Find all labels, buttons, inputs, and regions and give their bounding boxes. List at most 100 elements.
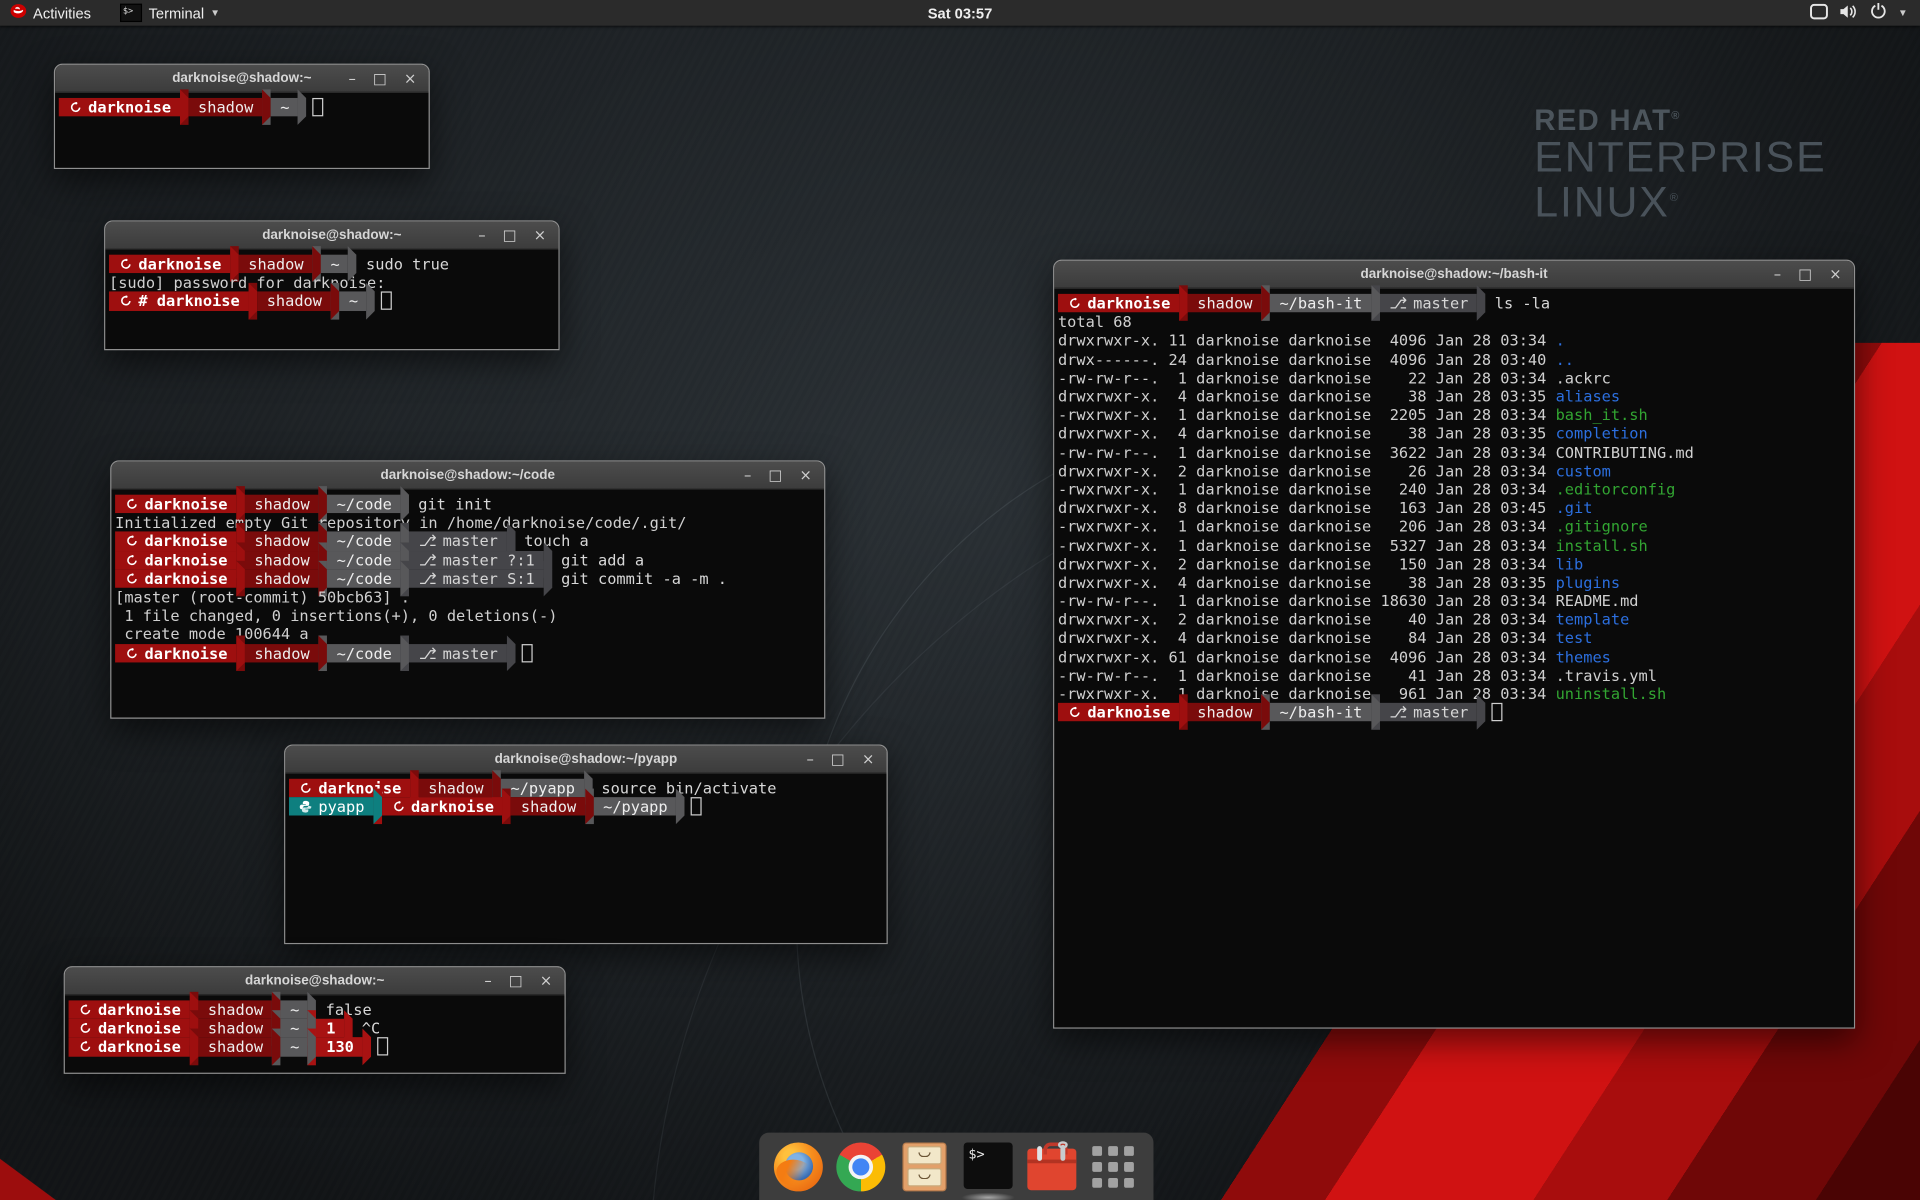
terminal-content[interactable]: darknoiseshadow~/bash-it⎇master ls -lato… [1054,289,1854,1027]
prompt-segment-git: ⎇master [409,532,506,551]
file-name-directory: custom [1556,461,1611,479]
maximize-button[interactable]: □ [1798,261,1812,288]
prompt-line: darknoiseshadow~/code git init [115,495,824,514]
prompt-segment-host: shadow [245,532,319,551]
display-icon[interactable] [1810,3,1828,23]
volume-icon[interactable] [1839,3,1859,23]
dock-toolbox-icon[interactable] [1027,1142,1076,1191]
terminal-window: darknoise@shadow:~/code – □ × darknoises… [110,460,825,718]
output-text: drwxrwxr-x. 4 darknoise darknoise 38 Jan… [1058,387,1556,405]
powerline-arrow [1179,694,1188,730]
close-button[interactable]: × [862,746,874,773]
powerline-arrow [373,789,382,825]
prompt-segment-user: darknoise [382,797,503,816]
powerline-arrow [1179,285,1188,321]
window-titlebar[interactable]: darknoise@shadow:~ – □ × [105,222,558,250]
minimize-button[interactable]: – [348,65,355,92]
prompt-line: darknoiseshadow~/code⎇master S:1 git com… [115,569,824,588]
window-title: darknoise@shadow:~/bash-it [1054,267,1854,282]
prompt-line: darknoiseshadow~/bash-it⎇master [1058,703,1854,722]
maximize-button[interactable]: □ [509,967,523,994]
maximize-button[interactable]: □ [503,222,517,249]
git-branch-icon: ⎇ [1389,703,1407,721]
app-menu-label: Terminal [149,4,205,21]
minimize-button[interactable]: – [484,967,491,994]
prompt-segment-path: ~ [280,1000,308,1019]
chevron-down-icon[interactable]: ▼ [1898,7,1908,18]
distro-swirl-icon [119,294,132,307]
maximize-button[interactable]: □ [373,65,387,92]
minimize-button[interactable]: – [806,746,813,773]
activities-button[interactable]: Activities [0,0,101,26]
maximize-button[interactable]: □ [768,462,782,489]
app-menu-terminal[interactable]: $> Terminal ▼ [111,0,230,26]
powerline-arrow [1261,285,1270,321]
dock-firefox-icon[interactable] [774,1142,823,1191]
powerline-arrow [318,635,327,671]
distro-swirl-icon [299,781,312,794]
prompt-segment-host: shadow [245,569,319,588]
prompt-segment-git: ⎇master [409,643,506,662]
window-titlebar[interactable]: darknoise@shadow:~ – □ × [55,65,428,93]
maximize-button[interactable]: □ [831,746,845,773]
output-line: 1 file changed, 0 insertions(+), 0 delet… [115,606,824,625]
prompt-segment-host: shadow [245,550,319,569]
output-line: -rw-rw-r--. 1 darknoise darknoise 3622 J… [1058,443,1854,462]
file-name-executable: .editorconfig [1556,480,1676,498]
minimize-button[interactable]: – [1774,261,1781,288]
close-button[interactable]: × [404,65,416,92]
prompt-segment-path: ~/pyapp [593,797,676,816]
terminal-content[interactable]: darknoiseshadow~ sudo true[sudo] passwor… [105,250,558,349]
file-name-directory: .git [1556,499,1593,517]
close-button[interactable]: × [1829,261,1841,288]
output-line: [master (root-commit) 50bcb63] . [115,588,824,607]
window-titlebar[interactable]: darknoise@shadow:~/bash-it – □ × [1054,261,1854,289]
prompt-segment-user: darknoise [69,1038,190,1057]
output-text: -rwxrwxr-x. 1 darknoise darknoise 240 Ja… [1058,480,1556,498]
prompt-segment-host: shadow [511,797,585,816]
dock-app-grid-icon[interactable] [1090,1142,1139,1191]
prompt-segment-user: darknoise [115,532,236,551]
powerline-arrow [1261,694,1270,730]
prompt-segment-host: shadow [257,292,331,311]
output-text: -rwxrwxr-x. 1 darknoise darknoise 2205 J… [1058,406,1556,424]
clock[interactable]: Sat 03:57 [0,4,1920,21]
distro-swirl-icon [1068,706,1081,719]
powerline-arrow [1477,694,1486,730]
prompt-segment-user: darknoise [69,1019,190,1038]
prompt-line: pyappdarknoiseshadow~/pyapp [289,797,887,816]
minimize-button[interactable]: – [744,462,751,489]
terminal-content[interactable]: darknoiseshadow~ [55,93,428,168]
window-titlebar[interactable]: darknoise@shadow:~/code – □ × [111,462,824,490]
prompt-line: darknoiseshadow~/code⎇master touch a [115,532,824,551]
powerline-arrow [1371,285,1380,321]
command-text: git init [409,495,492,513]
close-button[interactable]: × [800,462,812,489]
minimize-button[interactable]: – [478,222,485,249]
prompt-segment-path: ~/code [327,550,401,569]
output-text: -rwxrwxr-x. 1 darknoise darknoise 5327 J… [1058,536,1556,554]
prompt-segment-path: ~/bash-it [1270,703,1371,722]
dock-files-icon[interactable] [900,1142,949,1191]
output-text: -rw-rw-r--. 1 darknoise darknoise 41 Jan… [1058,666,1556,684]
prompt-segment-user: # darknoise [109,292,248,311]
file-name-directory: plugins [1556,573,1621,591]
git-branch-icon: ⎇ [419,644,437,662]
distro-swirl-icon [78,1003,91,1016]
dock-terminal-icon[interactable]: $> [963,1142,1012,1191]
close-button[interactable]: × [540,967,552,994]
dock-chrome-icon[interactable] [837,1142,886,1191]
terminal-content[interactable]: darknoiseshadow~/code git initInitialize… [111,490,824,718]
prompt-segment-host: shadow [198,1000,272,1019]
prompt-segment-path: ~/code [327,643,401,662]
power-icon[interactable] [1870,2,1887,23]
powerline-arrow [543,561,552,597]
command-text: sudo true [357,255,449,273]
output-line: -rwxrwxr-x. 1 darknoise darknoise 2205 J… [1058,405,1854,424]
output-text: create mode 100644 a [115,625,309,643]
distro-swirl-icon [391,800,404,813]
close-button[interactable]: × [534,222,546,249]
command-text: git commit -a -m . [552,569,727,587]
terminal-content[interactable]: darknoiseshadow~/pyapp source bin/activa… [285,774,886,943]
terminal-content[interactable]: darknoiseshadow~ falsedarknoiseshadow~1 … [65,996,565,1073]
